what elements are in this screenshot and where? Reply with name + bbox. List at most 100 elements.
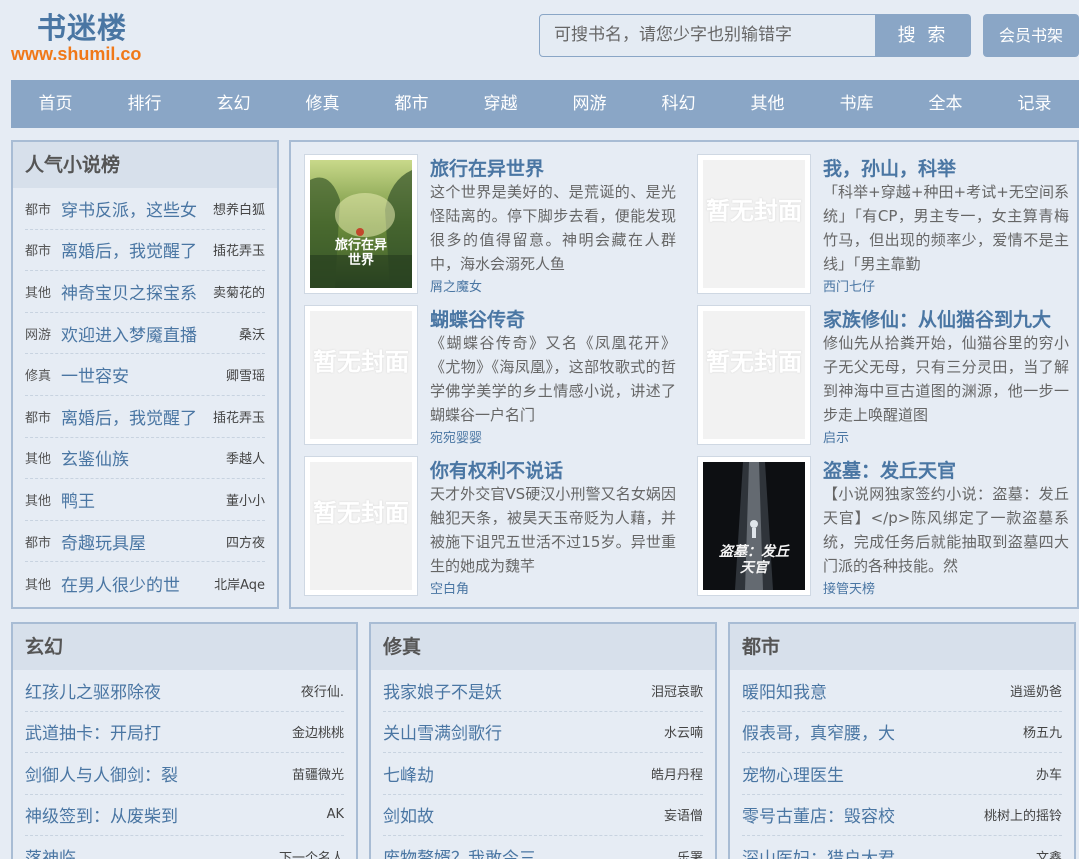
list-item: 武道抽卡：开局打 金边桃桃 [25, 712, 344, 753]
book-title-link[interactable]: 欢迎进入梦魇直播 [61, 321, 237, 346]
book-title-link[interactable]: 我，孙山，科举 [823, 154, 956, 181]
book-title-link[interactable]: 旅行在异世界 [430, 154, 544, 181]
book-title-link[interactable]: 家族修仙：从仙猫谷到九大 [823, 305, 1051, 332]
nav-item-kehuan[interactable]: 科幻 [634, 80, 723, 128]
category-label[interactable]: 都市 [25, 240, 61, 259]
category-label[interactable]: 都市 [25, 407, 61, 426]
book-cover[interactable]: 盗墓：发丘天官 [697, 456, 811, 596]
book-title-link[interactable]: 七峰劫 [383, 761, 647, 786]
book-title-link[interactable]: 暖阳知我意 [742, 678, 1006, 703]
category-panel-xiuzhen: 修真 我家娘子不是妖 泪冠哀歌 关山雪满剑歌行 水云喃 七峰劫 皓月丹程 剑如故 妄语僧… [369, 622, 717, 859]
author-name: 想养白狐 [212, 202, 265, 218]
book-description: 「科举+穿越+种田+考试+无空间系统」「有CP，男主专一，女主算青梅竹马，但出现… [823, 183, 1069, 273]
forest-cover-art [310, 160, 412, 288]
search-button[interactable]: 搜 索 [875, 14, 971, 57]
book-description: 【小说网独家签约小说：盗墓：发丘天官】</p>陈风绑定了一款盗墓系统，完成任务后… [823, 485, 1069, 575]
book-cover[interactable]: 暂无封面 [697, 305, 811, 445]
category-label[interactable]: 其他 [25, 490, 61, 509]
category-label[interactable]: 其他 [25, 574, 61, 593]
featured-book: 暂无封面 蝴蝶谷传奇 《蝴蝶谷传奇》又名《凤凰花开》《尤物》《海凤凰》，这部牧歌… [304, 305, 679, 446]
search-input[interactable]: 可搜书名，请您少字也别输错字 [539, 14, 876, 57]
category-label[interactable]: 修真 [25, 365, 61, 384]
category-label[interactable]: 网游 [25, 324, 61, 343]
book-title-link[interactable]: 鸭王 [61, 487, 224, 512]
list-item: 零号古董店：毁容校 桃树上的摇铃 [742, 795, 1062, 836]
book-title-link[interactable]: 武道抽卡：开局打 [25, 719, 288, 744]
list-item: 都市 离婚后，我觉醒了 插花弄玉 [25, 396, 265, 438]
nav-item-dushi[interactable]: 都市 [367, 80, 456, 128]
book-title-link[interactable]: 玄鉴仙族 [61, 445, 224, 470]
author-name: 桑沃 [238, 327, 265, 343]
author-name: 办车 [1035, 767, 1062, 783]
book-title-link[interactable]: 我家娘子不是妖 [383, 678, 647, 703]
nav-item-ranking[interactable]: 排行 [100, 80, 189, 128]
category-label[interactable]: 其他 [25, 448, 61, 467]
book-title-link[interactable]: 零号古董店：毁容校 [742, 802, 980, 827]
nav-item-chuanyue[interactable]: 穿越 [456, 80, 545, 128]
member-bookshelf-button[interactable]: 会员书架 [983, 14, 1079, 57]
book-cover[interactable]: 暂无封面 [304, 456, 418, 596]
author-name: 季越人 [225, 452, 265, 468]
book-title-link[interactable]: 废物赘婿？我敢今三 [383, 844, 673, 859]
list-item: 修真 一世容安 卿雪瑶 [25, 354, 265, 396]
book-title-link[interactable]: 蝴蝶谷传奇 [430, 305, 525, 332]
popular-list: 都市 穿书反派，这些女 想养白狐 都市 离婚后，我觉醒了 插花弄玉 其他 神奇宝贝之探宝系… [13, 188, 277, 604]
author-name: 妄语僧 [663, 809, 703, 825]
nav-item-home[interactable]: 首页 [11, 80, 100, 128]
featured-book: 暂无封面 我，孙山，科举 「科举+穿越+种田+考试+无空间系统」「有CP，男主专… [697, 154, 1072, 295]
book-description: 《蝴蝶谷传奇》又名《凤凰花开》《尤物》《海凤凰》，这部牧歌式的哲学佛学美学的乡土… [430, 334, 676, 424]
cover-title-text: 旅行在异世界 [334, 238, 387, 268]
book-title-link[interactable]: 剑如故 [383, 802, 660, 827]
book-title-link[interactable]: 你有权利不说话 [430, 456, 563, 483]
nav-item-xiuzhen[interactable]: 修真 [278, 80, 367, 128]
nav-item-other[interactable]: 其他 [723, 80, 812, 128]
author-name: 夜行仙. [300, 684, 344, 700]
book-title-link[interactable]: 盗墓：发丘天官 [823, 456, 956, 483]
book-title-link[interactable]: 神奇宝贝之探宝系 [61, 279, 211, 304]
book-title-link[interactable]: 离婚后，我觉醒了 [61, 237, 211, 262]
nav-item-xuanhuan[interactable]: 玄幻 [189, 80, 278, 128]
category-label[interactable]: 其他 [25, 282, 61, 301]
book-description: 修仙先从拾粪开始，仙猫谷里的穷小子无父无母，只有三分灵田，当了解到神海中亘古道图… [823, 334, 1069, 424]
book-cover[interactable]: 暂无封面 [304, 305, 418, 445]
nav-item-history[interactable]: 记录 [990, 80, 1079, 128]
nav-item-completed[interactable]: 全本 [901, 80, 990, 128]
list-item: 暖阳知我意 逍遥奶爸 [742, 670, 1062, 712]
book-cover[interactable]: 旅行在异世界 [304, 154, 418, 294]
book-title-link[interactable]: 红孩儿之驱邪除夜 [25, 678, 297, 703]
featured-book: 暂无封面 家族修仙：从仙猫谷到九大 修仙先从拾粪开始，仙猫谷里的穷小子无父无母，… [697, 305, 1072, 446]
book-title-link[interactable]: 宠物心理医生 [742, 761, 1032, 786]
category-label[interactable]: 都市 [25, 532, 61, 551]
site-logo-url[interactable]: www.shumil.co [11, 44, 141, 65]
book-title-link[interactable]: 假表哥，真窄腰，大 [742, 719, 1019, 744]
author-link[interactable]: 屑之魔女 [430, 276, 482, 295]
book-cover[interactable]: 暂无封面 [697, 154, 811, 294]
category-list: 暖阳知我意 逍遥奶爸 假表哥，真窄腰，大 杨五九 宠物心理医生 办车 零号古董店：毁容… [730, 670, 1074, 859]
book-title-link[interactable]: 关山雪满剑歌行 [383, 719, 660, 744]
book-title-link[interactable]: 剑御人与人御剑：裂 [25, 761, 288, 786]
book-title-link[interactable]: 奇趣玩具屋 [61, 529, 224, 554]
author-link[interactable]: 西门七仔 [823, 276, 875, 295]
book-title-link[interactable]: 神级签到：从废柴到 [25, 802, 323, 827]
author-link[interactable]: 空白角 [430, 578, 469, 597]
no-cover-text: 暂无封面 [313, 499, 409, 527]
author-name: 杨五九 [1022, 726, 1062, 742]
list-item: 都市 离婚后，我觉醒了 插花弄玉 [25, 230, 265, 272]
book-title-link[interactable]: 深山医妇：猎户大君 [742, 844, 1032, 859]
book-title-link[interactable]: 一世容安 [61, 362, 224, 387]
book-title-link[interactable]: 在男人很少的世 [61, 571, 212, 596]
category-label[interactable]: 都市 [25, 199, 61, 218]
list-item: 其他 在男人很少的世 北岸Aqe [25, 562, 265, 604]
book-title-link[interactable]: 离婚后，我觉醒了 [61, 404, 211, 429]
nav-item-wangyou[interactable]: 网游 [545, 80, 634, 128]
author-name: 文鑫 [1035, 850, 1062, 859]
author-link[interactable]: 接管天榜 [823, 578, 875, 597]
book-description: 天才外交官VS硬汉小刑警又名女娲因触犯天条，被昊天玉帝贬为人藉，并被施下诅咒五世… [430, 485, 676, 575]
nav-item-library[interactable]: 书库 [812, 80, 901, 128]
author-link[interactable]: 宛宛婴婴 [430, 427, 482, 446]
book-title-link[interactable]: 落神临 [25, 844, 275, 859]
author-link[interactable]: 启示 [823, 427, 849, 446]
author-name: 卿雪瑶 [225, 369, 265, 385]
book-title-link[interactable]: 穿书反派，这些女 [61, 196, 211, 221]
site-logo-title[interactable]: 书迷楼 [37, 5, 127, 47]
